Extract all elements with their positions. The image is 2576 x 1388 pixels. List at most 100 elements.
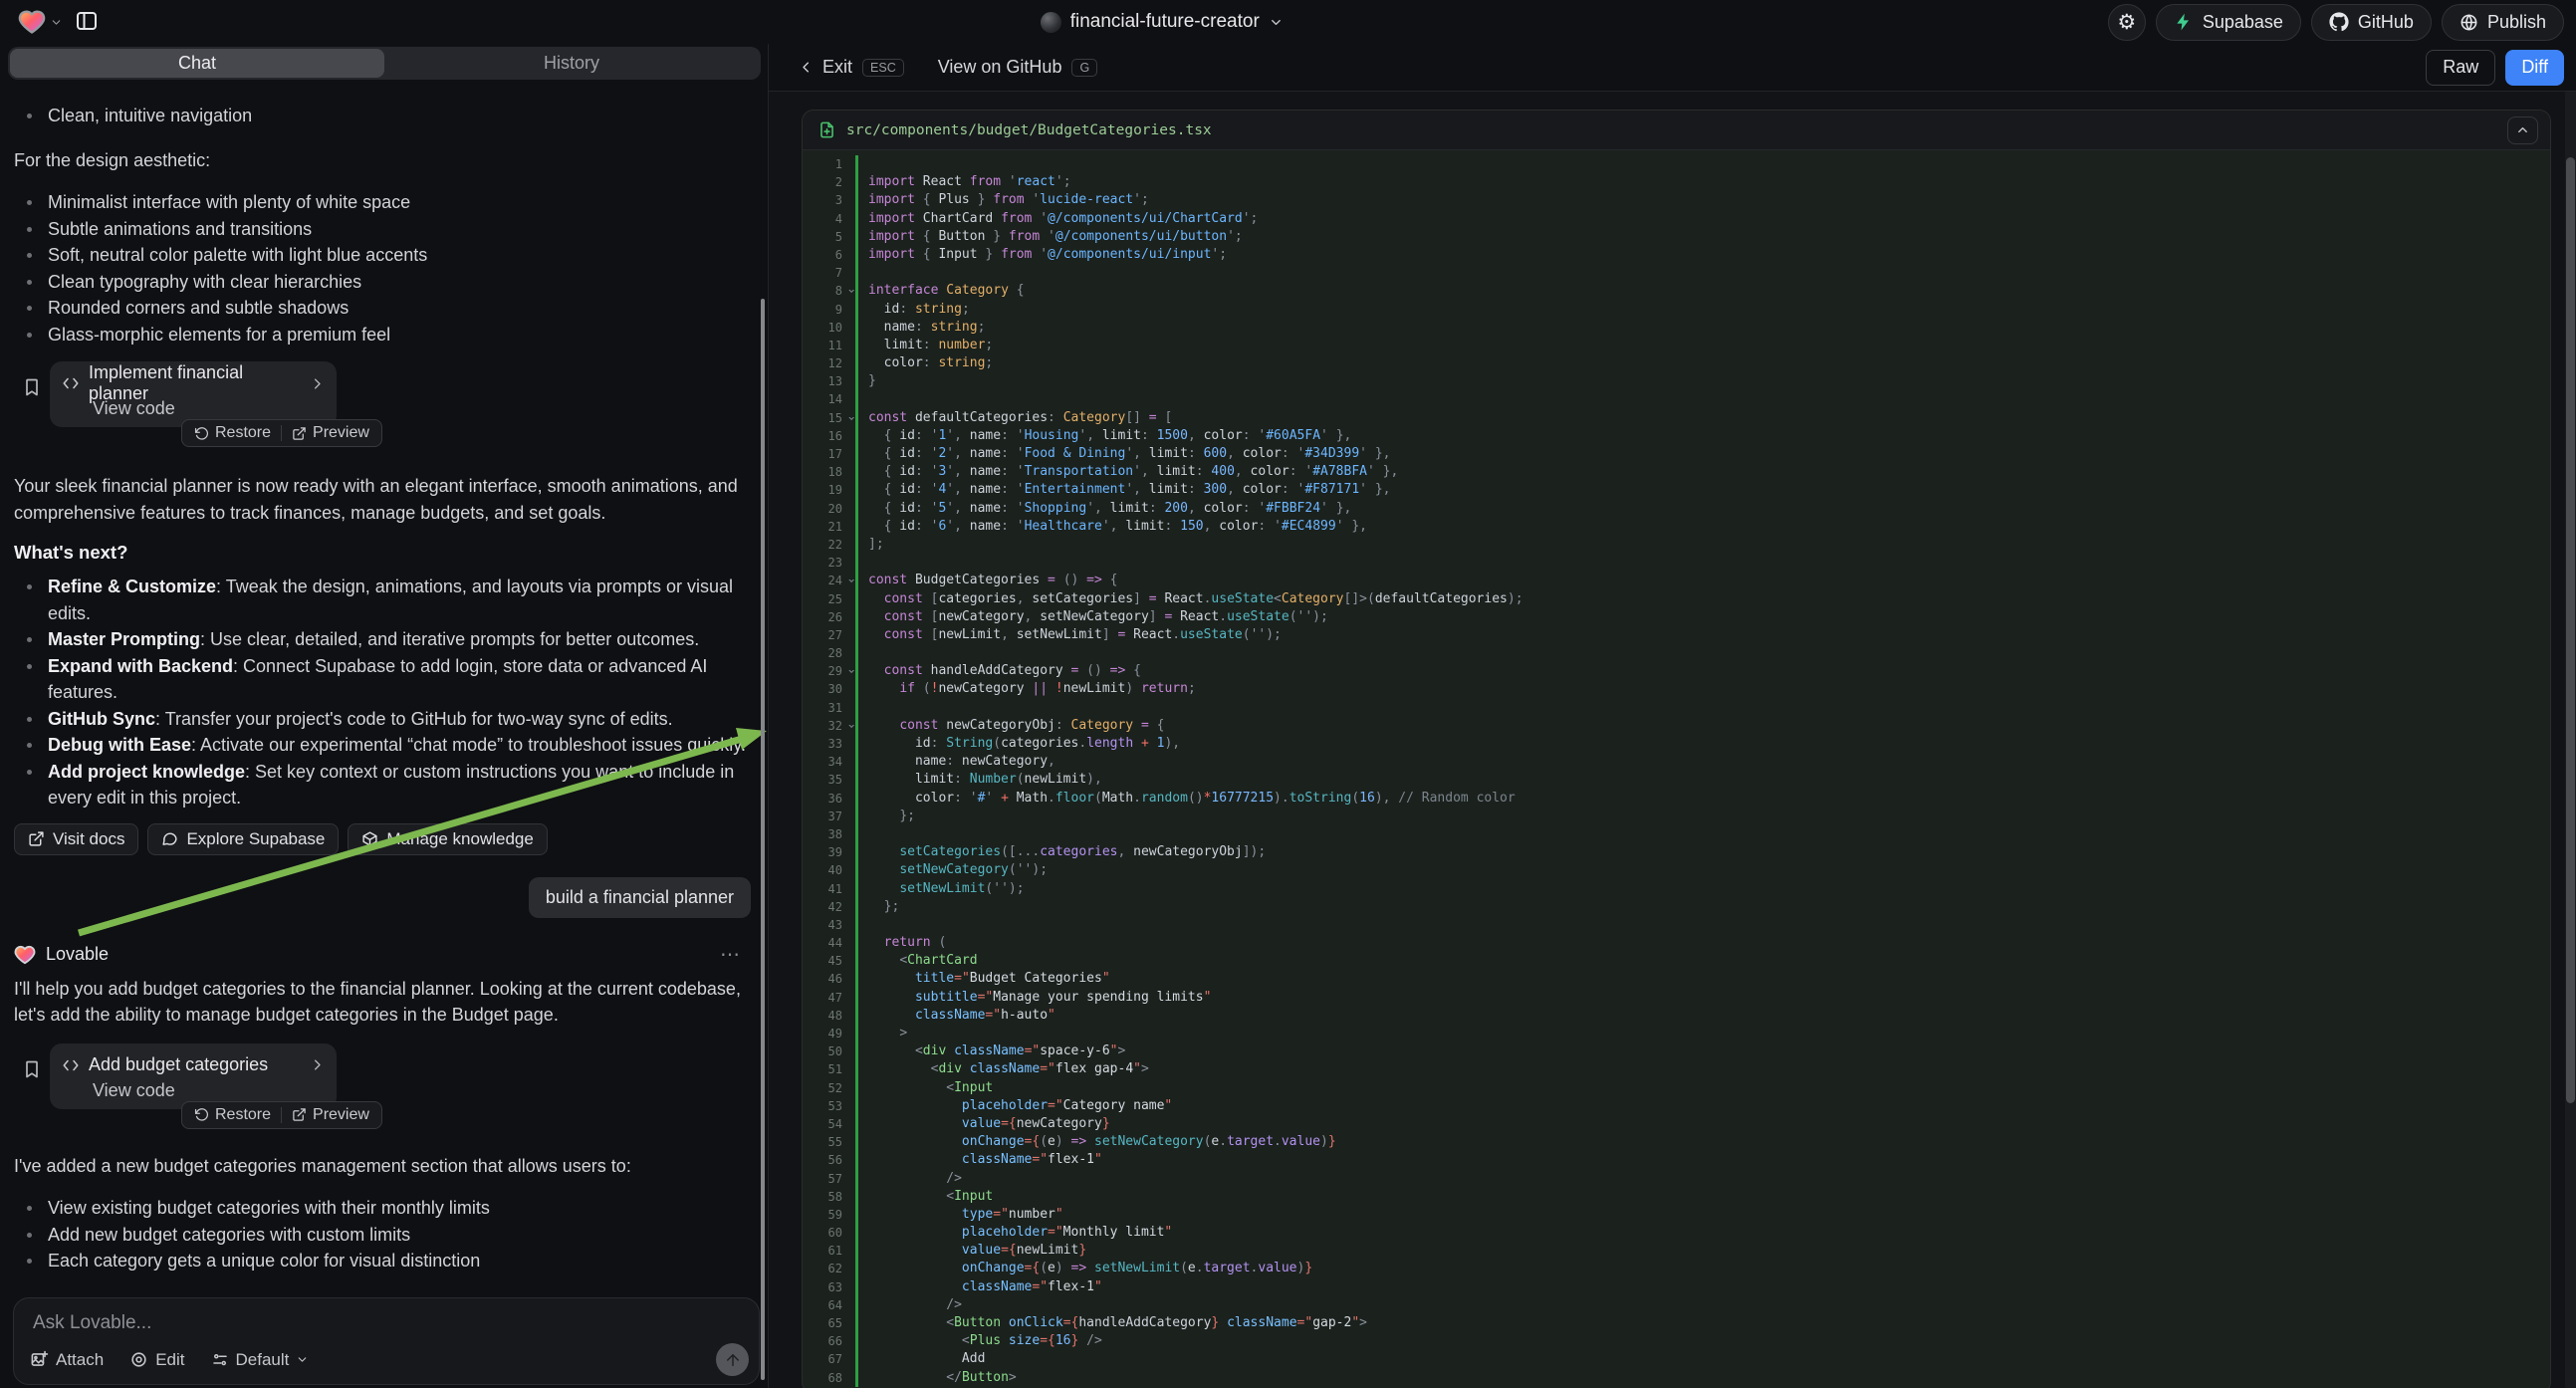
attach-button[interactable]: Attach xyxy=(30,1350,104,1370)
line-number: 4 xyxy=(803,210,846,228)
composer-input[interactable]: Ask Lovable... xyxy=(33,1312,151,1334)
line-number: 42 xyxy=(803,898,846,916)
chevron-down-icon xyxy=(50,16,63,29)
chevron-down-icon xyxy=(296,1353,309,1366)
code-editor: 12import React from 'react';3import { Pl… xyxy=(803,150,2550,1387)
line-number: 17 xyxy=(803,445,846,463)
chip-explore-supabase[interactable]: Explore Supabase xyxy=(147,823,339,855)
line-number: 22 xyxy=(803,536,846,554)
restore-button[interactable]: Restore xyxy=(184,1102,281,1128)
chat-paragraph: Your sleek financial planner is now read… xyxy=(14,473,756,526)
code-line: 35 limit: Number(newLimit), xyxy=(803,771,2550,789)
code-line: 58 <Input xyxy=(803,1188,2550,1206)
fold-toggle-icon[interactable]: › xyxy=(842,578,860,584)
fold-toggle-icon[interactable]: › xyxy=(842,288,860,295)
composer: Ask Lovable... Attach Edit Default xyxy=(13,1297,760,1385)
code-line: 64 /> xyxy=(803,1296,2550,1314)
top-bar: financial-future-creator ⚙ Supabase GitH… xyxy=(0,0,2576,44)
fold-toggle-icon[interactable]: › xyxy=(842,414,860,421)
code-line: 61 value={newLimit} xyxy=(803,1242,2550,1260)
code-line: 22]; xyxy=(803,536,2550,554)
publish-button[interactable]: Publish xyxy=(2442,4,2564,41)
globe-icon xyxy=(2459,13,2478,32)
code-line: 68 </Button> xyxy=(803,1369,2550,1387)
raw-toggle-button[interactable]: Raw xyxy=(2426,50,2495,86)
code-line: 1 xyxy=(803,155,2550,173)
target-icon xyxy=(129,1350,148,1369)
tab-history[interactable]: History xyxy=(384,49,759,78)
code-line: 15›const defaultCategories: Category[] =… xyxy=(803,409,2550,427)
list-item: Add project knowledge: Set key context o… xyxy=(14,759,756,811)
code-line: 7 xyxy=(803,264,2550,282)
supabase-button[interactable]: Supabase xyxy=(2156,4,2301,41)
line-number: 30 xyxy=(803,680,846,698)
project-switcher[interactable]: financial-future-creator xyxy=(1041,0,1284,44)
message-menu-button[interactable]: ⋯ xyxy=(714,941,748,968)
code-line: 14 xyxy=(803,390,2550,408)
code-line: 12 color: string; xyxy=(803,354,2550,372)
view-code-link[interactable]: View code xyxy=(93,1080,325,1101)
line-number: 32› xyxy=(803,717,846,735)
code-line: 9 id: string; xyxy=(803,301,2550,319)
preview-button[interactable]: Preview xyxy=(282,420,379,446)
line-number: 46 xyxy=(803,970,846,988)
diff-toggle-button[interactable]: Diff xyxy=(2505,50,2564,86)
bullet-list: Minimalist interface with plenty of whit… xyxy=(14,189,756,347)
line-number: 8› xyxy=(803,282,846,300)
code-line: 38 xyxy=(803,825,2550,843)
esc-key-badge: ESC xyxy=(862,59,904,77)
version-card-body[interactable]: Implement financial plannerView code xyxy=(50,361,337,427)
line-number: 14 xyxy=(803,390,846,408)
chip-visit-docs[interactable]: Visit docs xyxy=(14,823,138,855)
code-line: 32› const newCategoryObj: Category = { xyxy=(803,717,2550,735)
file-header[interactable]: src/components/budget/BudgetCategories.t… xyxy=(803,111,2550,150)
code-scrollbar[interactable] xyxy=(2566,157,2575,1103)
line-number: 13 xyxy=(803,372,846,390)
restore-button[interactable]: Restore xyxy=(184,420,281,446)
github-label: GitHub xyxy=(2358,12,2414,33)
line-number: 24› xyxy=(803,572,846,589)
edit-mode-button[interactable]: Edit xyxy=(129,1350,184,1370)
collapse-file-button[interactable] xyxy=(2507,116,2538,144)
code-line: 40 setNewCategory(''); xyxy=(803,861,2550,879)
code-line: 48 className="h-auto" xyxy=(803,1007,2550,1025)
code-line: 43 xyxy=(803,916,2550,934)
version-card-body[interactable]: Add budget categoriesView code xyxy=(50,1043,337,1109)
chat-scrollbar[interactable] xyxy=(761,299,765,1380)
external-link-icon xyxy=(292,1107,307,1122)
toggle-sidebar-button[interactable] xyxy=(73,7,101,38)
send-button[interactable] xyxy=(716,1343,749,1376)
user-message-row: build a financial planner xyxy=(14,877,756,918)
chip-manage-knowledge[interactable]: Manage knowledge xyxy=(348,823,547,855)
settings-button[interactable]: ⚙ xyxy=(2108,4,2146,41)
chat-paragraph: I'll help you add budget categories to t… xyxy=(14,976,756,1029)
line-number: 12 xyxy=(803,354,846,372)
code-line: 34 name: newCategory, xyxy=(803,753,2550,771)
list-item: GitHub Sync: Transfer your project's cod… xyxy=(14,706,756,733)
line-number: 45 xyxy=(803,952,846,970)
bullet-list: Clean, intuitive navigation xyxy=(14,103,756,129)
github-button[interactable]: GitHub xyxy=(2311,4,2432,41)
code-line: 55 onChange={(e) => setNewCategory(e.tar… xyxy=(803,1133,2550,1151)
line-number: 58 xyxy=(803,1188,846,1206)
tab-chat[interactable]: Chat xyxy=(10,49,384,78)
line-number: 27 xyxy=(803,626,846,644)
chat-panel: Chat History Clean, intuitive navigation… xyxy=(0,44,768,1388)
line-number: 49 xyxy=(803,1025,846,1042)
line-number: 16 xyxy=(803,427,846,445)
code-line: 39 setCategories([...categories, newCate… xyxy=(803,843,2550,861)
code-line: 13} xyxy=(803,372,2550,390)
line-number: 66 xyxy=(803,1332,846,1350)
lovable-heart-icon xyxy=(14,944,36,966)
model-selector[interactable]: Default xyxy=(211,1350,310,1370)
preview-button[interactable]: Preview xyxy=(282,1102,379,1128)
fold-toggle-icon[interactable]: › xyxy=(842,668,860,675)
fold-toggle-icon[interactable]: › xyxy=(842,722,860,729)
line-number: 38 xyxy=(803,825,846,843)
edit-label: Edit xyxy=(155,1350,184,1370)
code-line: 21 { id: '6', name: 'Healthcare', limit:… xyxy=(803,518,2550,536)
view-on-github-button[interactable]: View on GitHub xyxy=(938,57,1062,78)
exit-button[interactable]: Exit xyxy=(799,57,852,78)
lovable-logo-menu[interactable] xyxy=(18,8,63,36)
code-line: 29› const handleAddCategory = () => { xyxy=(803,662,2550,680)
